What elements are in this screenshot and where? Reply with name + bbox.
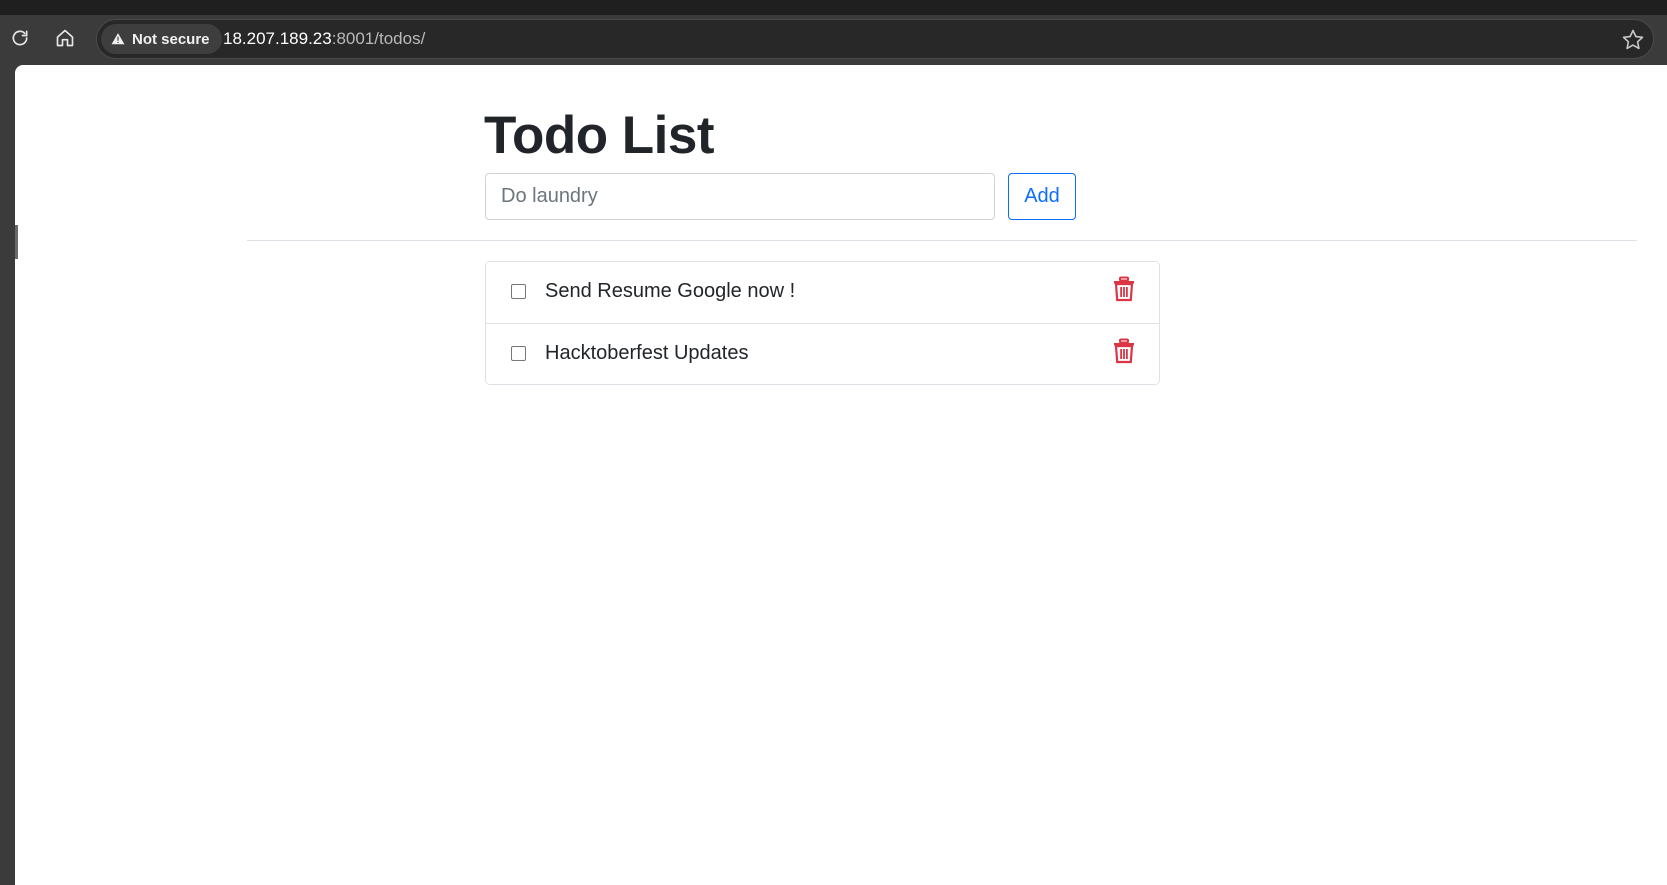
todo-item: Send Resume Google now ! [486,262,1159,323]
todo-checkbox[interactable] [511,284,526,299]
todo-item: Hacktoberfest Updates [486,323,1159,384]
side-panel-handle[interactable] [15,225,18,259]
todo-text: Hacktoberfest Updates [545,342,749,364]
address-bar[interactable]: Not secure 18.207.189.23:8001/todos/ [96,19,1654,59]
reload-button[interactable] [7,25,33,51]
todo-input[interactable] [485,173,995,220]
url-path: :8001/todos/ [331,29,426,48]
warning-icon [111,33,125,45]
todo-checkbox[interactable] [511,346,526,361]
security-label: Not secure [132,30,210,48]
security-indicator[interactable]: Not secure [101,24,222,54]
url-text[interactable]: 18.207.189.23:8001/todos/ [223,29,425,49]
browser-toolbar: Not secure 18.207.189.23:8001/todos/ [0,15,1667,65]
reload-icon [12,30,28,46]
trash-icon[interactable] [1113,338,1135,364]
page-title: Todo List [484,106,715,165]
star-icon[interactable] [1621,28,1645,52]
page-viewport: Todo List Add Send Resume Google now ! H… [15,65,1667,885]
home-icon [56,29,74,47]
todo-text: Send Resume Google now ! [545,280,796,302]
url-host: 18.207.189.23 [223,29,332,48]
todo-list: Send Resume Google now ! Hacktoberfest U… [485,261,1160,385]
home-button[interactable] [52,25,78,51]
divider [247,240,1637,241]
trash-icon[interactable] [1113,276,1135,302]
browser-titlebar [0,0,1667,15]
add-button[interactable]: Add [1008,173,1076,220]
